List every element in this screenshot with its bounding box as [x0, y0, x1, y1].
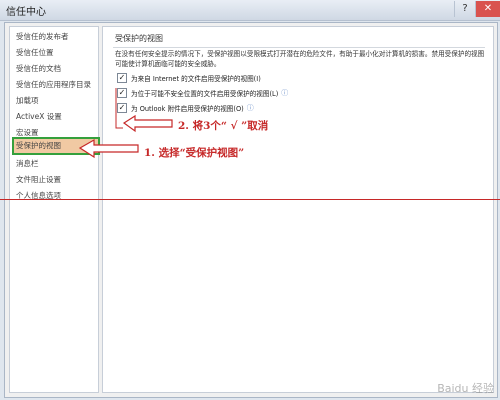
- step2-annotation: 2. 将3个“ √ ”取消: [178, 120, 269, 132]
- watermark: Baidu 经验: [437, 382, 494, 395]
- annotation-overlay: [78, 88, 173, 159]
- step1-arrow-icon: [78, 138, 139, 159]
- step1-annotation: 1. 选择“受保护视图”: [144, 147, 245, 159]
- checkbox-bracket: [115, 88, 123, 129]
- step2-arrow-icon: [122, 114, 173, 133]
